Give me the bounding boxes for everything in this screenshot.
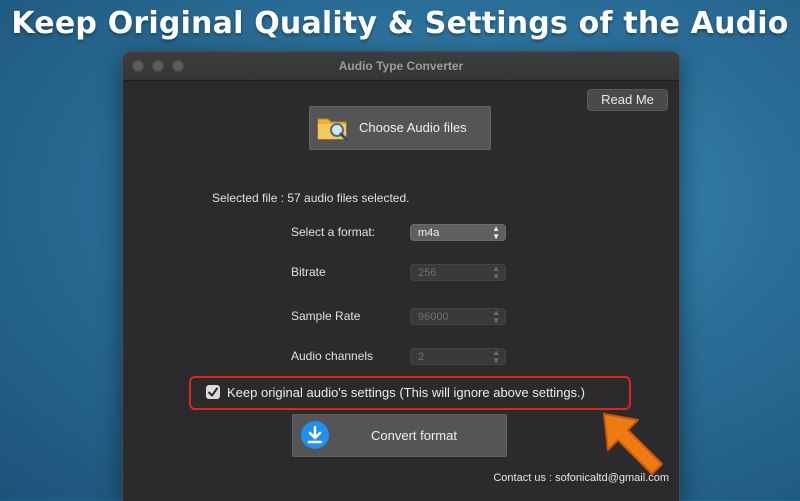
read-me-button[interactable]: Read Me — [587, 89, 668, 111]
select-stepper-icon: ▲ ▼ — [492, 264, 500, 281]
folder-search-icon — [317, 118, 349, 142]
format-label: Select a format: — [291, 225, 376, 239]
promo-headline: Keep Original Quality & Settings of the … — [11, 6, 789, 41]
sample-rate-select-value: 96000 — [418, 311, 449, 323]
choose-audio-files-label: Choose Audio files — [359, 120, 467, 135]
format-select-value: m4a — [418, 227, 440, 239]
audio-channels-select-value: 2 — [418, 351, 425, 363]
bitrate-select[interactable]: 256 ▲ ▼ — [410, 264, 506, 281]
keep-original-checkbox[interactable] — [206, 385, 220, 399]
select-stepper-icon: ▲ ▼ — [492, 224, 500, 241]
window-title: Audio Type Converter — [338, 59, 464, 73]
pointer-arrow-icon — [603, 413, 663, 475]
title-bar: Audio Type Converter — [123, 52, 679, 81]
select-stepper-icon: ▲ ▼ — [492, 348, 500, 365]
audio-channels-select[interactable]: 2 ▲ ▼ — [410, 348, 506, 365]
keep-original-label[interactable]: Keep original audio's settings (This wil… — [227, 385, 585, 400]
sample-rate-label: Sample Rate — [291, 309, 361, 323]
audio-channels-label: Audio channels — [291, 349, 374, 363]
selected-file-status: Selected file : 57 audio files selected. — [212, 191, 410, 205]
bitrate-select-value: 256 — [418, 267, 437, 279]
app-window: Audio Type Converter Read Me Choose Audi… — [122, 51, 680, 501]
select-stepper-icon: ▲ ▼ — [492, 308, 500, 325]
checkmark-icon — [208, 387, 218, 397]
bitrate-label: Bitrate — [291, 265, 326, 279]
format-select[interactable]: m4a ▲ ▼ — [410, 224, 506, 241]
download-icon — [301, 421, 329, 449]
convert-format-label: Convert format — [371, 428, 457, 443]
sample-rate-select[interactable]: 96000 ▲ ▼ — [410, 308, 506, 325]
choose-audio-files-button[interactable]: Choose Audio files — [309, 106, 491, 150]
convert-format-button[interactable]: Convert format — [292, 414, 507, 457]
